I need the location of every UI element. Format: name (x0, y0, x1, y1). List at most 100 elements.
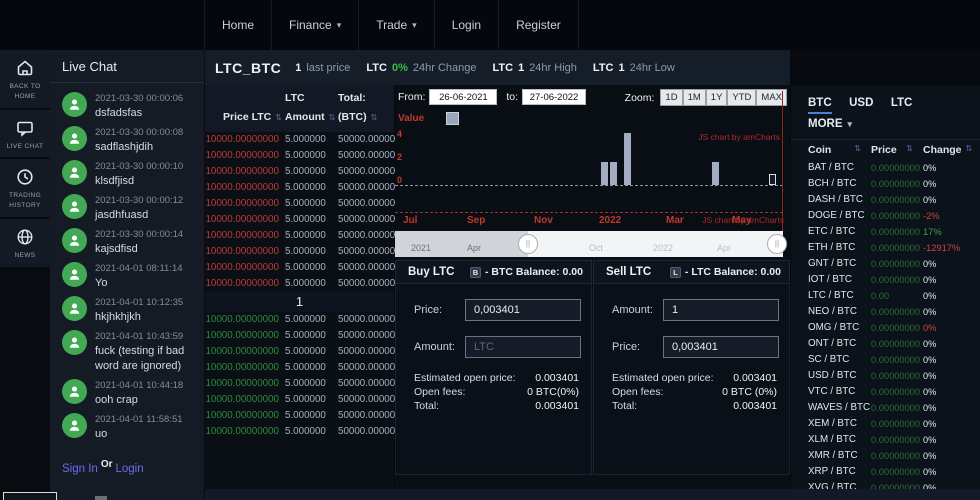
buy-form: Buy LTC B - BTC Balance: 0.00 Price: Amo… (395, 258, 592, 475)
to-date-input[interactable] (522, 89, 586, 105)
btc-column-header[interactable]: (BTC) (338, 111, 367, 123)
orderbook-page-number[interactable]: 1 (205, 292, 394, 312)
ltc-icon: L (670, 267, 681, 278)
nav-item-finance[interactable]: Finance▾ (271, 0, 358, 50)
ask-row[interactable]: 10000.00000000 5.000000 50000.000000 (205, 164, 394, 180)
buy-price-input[interactable] (465, 299, 581, 321)
ask-row[interactable]: 10000.00000000 5.000000 50000.000000 (205, 244, 394, 260)
sort-icon[interactable]: ⇅ (966, 144, 973, 156)
rail-item-live-chat[interactable]: LIVE CHAT (0, 110, 50, 158)
rail-item-news[interactable]: NEWS (0, 219, 50, 267)
market-row[interactable]: XEM / BTC 0.00000000 0% (791, 416, 980, 432)
zoom-preset-button[interactable]: YTD (727, 89, 756, 106)
ask-row[interactable]: 10000.00000000 5.000000 50000.000000 (205, 212, 394, 228)
navigator-drag-handle[interactable]: || (518, 234, 538, 254)
market-row[interactable]: BAT / BTC 0.00000000 0% (791, 160, 980, 176)
legend-swatch-icon[interactable] (446, 112, 459, 125)
rail-item-trading-history[interactable]: TRADING HISTORY (0, 159, 50, 217)
market-row[interactable]: DOGE / BTC 0.00000000 -2% (791, 208, 980, 224)
ask-row[interactable]: 10000.00000000 5.000000 50000.000000 (205, 260, 394, 276)
from-date-input[interactable] (429, 89, 497, 105)
bid-row[interactable]: 10000.00000000 5.000000 50000.000000 (205, 344, 394, 360)
market-row[interactable]: ONT / BTC 0.00000000 0% (791, 336, 980, 352)
nav-item-login[interactable]: Login (434, 0, 498, 50)
login-link[interactable]: Login (115, 463, 143, 475)
bid-row[interactable]: 10000.00000000 5.000000 50000.000000 (205, 360, 394, 376)
market-coin: IOT / BTC (808, 272, 871, 288)
market-row[interactable]: LTC / BTC 0.00 0% (791, 288, 980, 304)
market-row[interactable]: XMR / BTC 0.00000000 0% (791, 448, 980, 464)
ask-amount: 5.000000 (285, 276, 338, 292)
market-row[interactable]: OMG / BTC 0.00000000 0% (791, 320, 980, 336)
buy-amount-input[interactable] (465, 336, 581, 358)
price-column-header[interactable]: Price LTC (223, 111, 271, 123)
sell-price-input[interactable] (663, 336, 779, 358)
market-row[interactable]: WAVES / BTC 0.00000000 0% (791, 400, 980, 416)
zoom-preset-button[interactable]: 1Y (706, 89, 728, 106)
buy-form-header: Buy LTC B - BTC Balance: 0.00 (395, 260, 592, 284)
nav-item-home[interactable]: Home (204, 0, 271, 50)
bid-amount: 5.000000 (285, 392, 338, 408)
market-row[interactable]: GNT / BTC 0.00000000 0% (791, 256, 980, 272)
rail-item-back-to-home[interactable]: BACK TO HOME (0, 50, 50, 108)
ask-row[interactable]: 10000.00000000 5.000000 50000.000000 (205, 196, 394, 212)
navigator-drag-handle[interactable]: || (767, 234, 787, 254)
sort-icon[interactable]: ⇅ (371, 113, 378, 122)
market-tab-ltc[interactable]: LTC (891, 97, 913, 112)
amcharts-watermark: JS chart by amCharts (702, 215, 784, 225)
bid-row[interactable]: 10000.00000000 5.000000 50000.000000 (205, 328, 394, 344)
clock-icon (15, 167, 35, 187)
market-price: 0.00000000 (871, 432, 923, 448)
price-column-header[interactable]: Price (871, 144, 897, 156)
sort-icon[interactable]: ⇅ (275, 113, 282, 122)
market-row[interactable]: BCH / BTC 0.00000000 0% (791, 176, 980, 192)
ask-row[interactable]: 10000.00000000 5.000000 50000.000000 (205, 180, 394, 196)
nav-item-register[interactable]: Register (498, 0, 579, 50)
amount-column-header[interactable]: Amount (285, 111, 325, 123)
market-price: 0.00000000 (871, 384, 923, 400)
market-row[interactable]: XRP / BTC 0.00000000 0% (791, 464, 980, 480)
navigator-label: 2022 (653, 243, 673, 253)
market-row[interactable]: XLM / BTC 0.00000000 0% (791, 432, 980, 448)
zoom-preset-button[interactable]: 1D (660, 89, 682, 106)
buy-form-body: Price: Amount: Estimated open price:0.00… (395, 284, 592, 475)
nav-item-trade[interactable]: Trade▾ (358, 0, 433, 50)
bid-row[interactable]: 10000.00000000 5.000000 50000.000000 (205, 392, 394, 408)
market-row[interactable]: NEO / BTC 0.00000000 0% (791, 304, 980, 320)
market-price: 0.00000000 (871, 416, 923, 432)
market-row[interactable]: ETH / BTC 0.00000000 -12917% (791, 240, 980, 256)
sell-amount-input[interactable] (663, 299, 779, 321)
market-tab-more[interactable]: MORE▾ (808, 118, 852, 133)
bid-row[interactable]: 10000.00000000 5.000000 50000.000000 (205, 312, 394, 328)
navigator-label: Apr (717, 243, 731, 253)
market-row[interactable]: USD / BTC 0.00000000 0% (791, 368, 980, 384)
sign-in-link[interactable]: Sign In (62, 463, 98, 475)
orderbook-ltc-header: LTC (285, 89, 338, 108)
market-tab-btc[interactable]: BTC (808, 97, 832, 114)
bid-row[interactable]: 10000.00000000 5.000000 50000.000000 (205, 376, 394, 392)
bid-row[interactable]: 10000.00000000 5.000000 50000.000000 (205, 424, 394, 440)
sort-icon[interactable]: ⇅ (854, 144, 861, 156)
market-tab-usd[interactable]: USD (849, 97, 873, 112)
ask-row[interactable]: 10000.00000000 5.000000 50000.000000 (205, 276, 394, 292)
market-change: 0% (923, 432, 980, 448)
change-column-header[interactable]: Change (923, 144, 962, 156)
market-row[interactable]: SC / BTC 0.00000000 0% (791, 352, 980, 368)
ask-row[interactable]: 10000.00000000 5.000000 50000.000000 (205, 148, 394, 164)
x-axis-tick: Mar (666, 215, 684, 226)
sort-icon[interactable]: ⇅ (329, 113, 336, 122)
ask-price: 10000.00000000 (205, 276, 285, 292)
chart-navigator-scrollbar[interactable]: 2021AprOct2022Apr|||| (395, 231, 783, 257)
market-row[interactable]: IOT / BTC 0.00000000 0% (791, 272, 980, 288)
coin-column-header[interactable]: Coin (808, 144, 831, 156)
ask-row[interactable]: 10000.00000000 5.000000 50000.000000 (205, 132, 394, 148)
sort-icon[interactable]: ⇅ (906, 144, 913, 156)
market-row[interactable]: DASH / BTC 0.00000000 0% (791, 192, 980, 208)
ask-row[interactable]: 10000.00000000 5.000000 50000.000000 (205, 228, 394, 244)
market-price: 0.00000000 (871, 368, 923, 384)
market-row[interactable]: VTC / BTC 0.00000000 0% (791, 384, 980, 400)
bid-row[interactable]: 10000.00000000 5.000000 50000.000000 (205, 408, 394, 424)
market-row[interactable]: ETC / BTC 0.00000000 17% (791, 224, 980, 240)
zoom-preset-button[interactable]: 1M (683, 89, 706, 106)
rail-back-to-home-label: BACK TO HOME (2, 82, 48, 102)
